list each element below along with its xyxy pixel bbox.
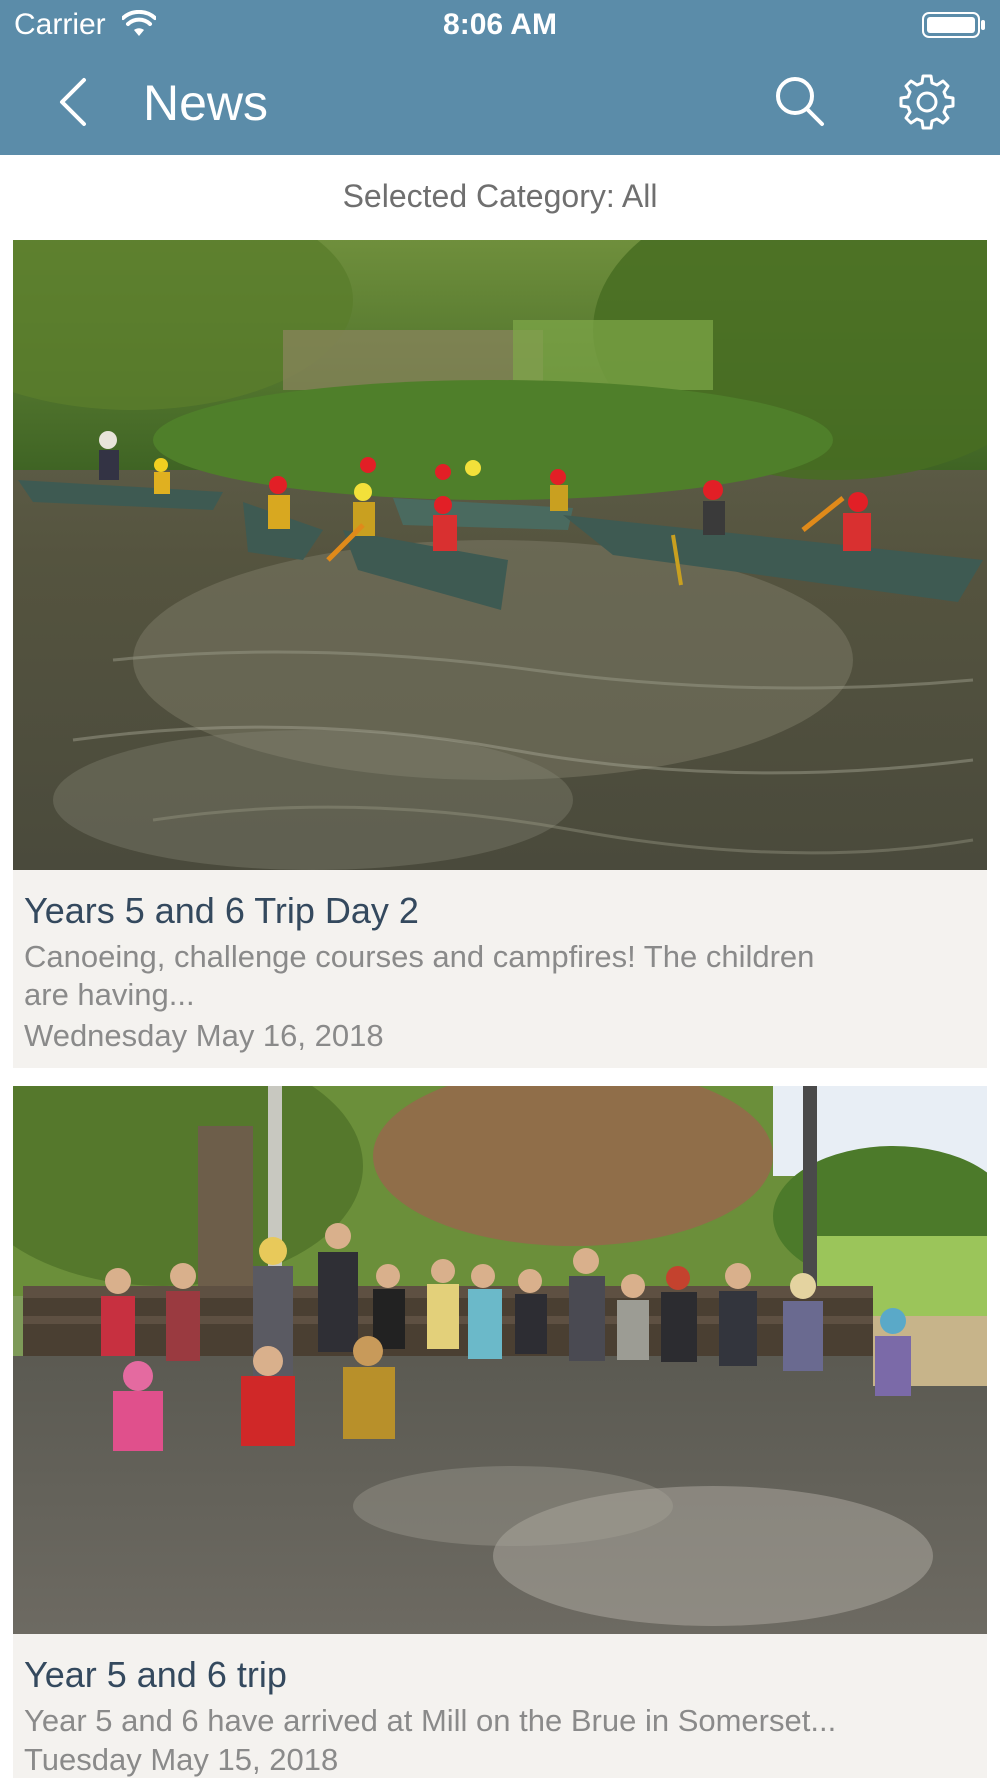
navigation-bar: News: [0, 50, 1000, 155]
article-summary: Year 5 and 6 have arrived at Mill on the…: [24, 1703, 837, 1738]
status-bar: Carrier 8:06 AM: [0, 0, 1000, 50]
settings-button[interactable]: [895, 70, 959, 134]
selected-category-label[interactable]: Selected Category: All: [0, 178, 1000, 215]
battery-icon: [922, 12, 985, 38]
article-date: Tuesday May 15, 2018: [24, 1742, 339, 1777]
gear-icon: [899, 74, 955, 130]
clock-time: 8:06 AM: [443, 8, 557, 41]
back-button[interactable]: [50, 70, 110, 134]
article-title: Years 5 and 6 Trip Day 2: [24, 890, 419, 931]
back-chevron-icon: [60, 78, 86, 126]
news-card[interactable]: Years 5 and 6 Trip Day 2 Canoeing, chall…: [13, 240, 987, 1068]
article-title: Year 5 and 6 trip: [24, 1654, 287, 1695]
search-button[interactable]: [770, 72, 830, 132]
app-header: Carrier 8:06 AM News: [0, 0, 1000, 155]
article-image-canoeing: [13, 240, 987, 870]
news-card[interactable]: Year 5 and 6 trip Year 5 and 6 have arri…: [13, 1086, 987, 1778]
article-summary: Canoeing, challenge courses and campfire…: [24, 939, 815, 1012]
page-title: News: [143, 75, 269, 131]
news-screen: Carrier 8:06 AM News Selected Category: …: [0, 0, 1000, 1778]
search-icon: [776, 77, 824, 126]
article-image-group-photo: [13, 1086, 987, 1634]
article-date: Wednesday May 16, 2018: [24, 1018, 384, 1053]
